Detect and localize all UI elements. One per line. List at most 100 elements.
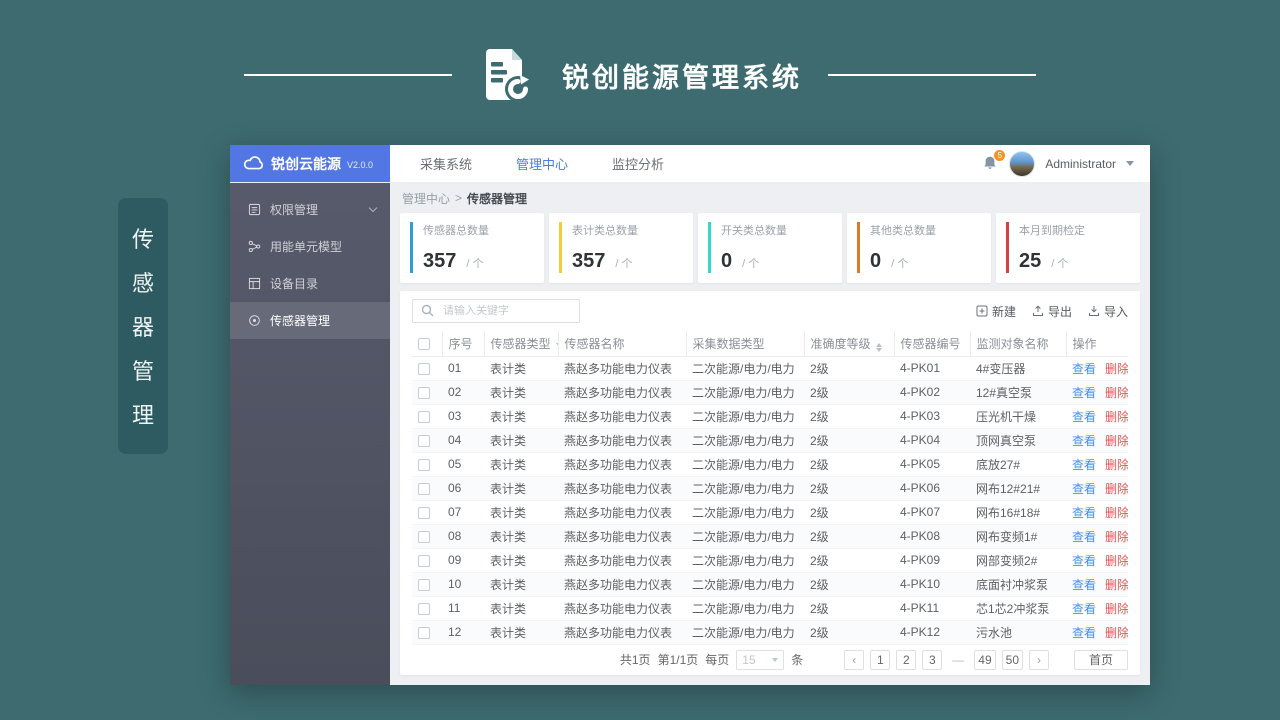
cell-code: 4-PK03	[894, 404, 970, 429]
notification-bell-icon[interactable]: 5	[982, 150, 1006, 172]
cell-type: 表计类	[484, 428, 558, 453]
sort-icon[interactable]	[875, 342, 882, 352]
导出-button[interactable]: 导出	[1032, 303, 1072, 320]
page-button-1[interactable]: 1	[870, 649, 891, 670]
view-link[interactable]: 查看	[1072, 458, 1096, 472]
delete-link[interactable]: 删除	[1105, 602, 1128, 616]
delete-link[interactable]: 删除	[1105, 578, 1128, 592]
header-divider-right	[828, 74, 1036, 76]
cell-accuracy: 2级	[804, 500, 894, 525]
nav-tab-监控分析[interactable]: 监控分析	[612, 154, 664, 173]
view-link[interactable]: 查看	[1072, 362, 1096, 376]
stat-label: 传感器总数量	[423, 225, 489, 237]
view-link[interactable]: 查看	[1072, 602, 1096, 616]
cell-type: 表计类	[484, 452, 558, 477]
side-tag: 传感器管理	[118, 198, 168, 454]
delete-link[interactable]: 删除	[1105, 362, 1128, 376]
view-link[interactable]: 查看	[1072, 626, 1096, 640]
view-link[interactable]: 查看	[1072, 530, 1096, 544]
per-page-select[interactable]: 15	[736, 649, 785, 670]
page-title: 锐创能源管理系统	[562, 62, 802, 93]
view-link[interactable]: 查看	[1072, 554, 1096, 568]
caret-down-icon[interactable]	[1126, 161, 1134, 166]
stat-label: 其他类总数量	[870, 225, 936, 237]
row-checkbox[interactable]	[418, 410, 430, 423]
cell-name: 燕赵多功能电力仪表	[558, 380, 686, 405]
row-checkbox[interactable]	[418, 554, 430, 567]
user-name[interactable]: Administrator	[1045, 157, 1116, 171]
cell-type: 表计类	[484, 380, 558, 405]
row-checkbox[interactable]	[418, 434, 430, 447]
row-checkbox[interactable]	[418, 506, 430, 519]
cell-name: 燕赵多功能电力仪表	[558, 356, 686, 381]
cell-target: 网布16#18#	[970, 500, 1066, 525]
cell-data_type: 二次能源/电力/电力	[686, 380, 804, 405]
delete-link[interactable]: 删除	[1105, 458, 1128, 472]
row-checkbox[interactable]	[418, 458, 430, 471]
delete-link[interactable]: 删除	[1105, 434, 1128, 448]
delete-link[interactable]: 删除	[1105, 482, 1128, 496]
cloud-icon	[243, 156, 265, 171]
home-page-button[interactable]: 首页	[1074, 649, 1128, 670]
row-checkbox[interactable]	[418, 482, 430, 495]
row-checkbox[interactable]	[418, 626, 430, 639]
row-checkbox[interactable]	[418, 530, 430, 543]
breadcrumb-separator: >	[455, 191, 463, 205]
sidebar-item-权限管理[interactable]: 权限管理	[230, 191, 390, 228]
view-link[interactable]: 查看	[1072, 386, 1096, 400]
stat-label: 表计类总数量	[572, 225, 638, 237]
table-toolbar: 新建 导出 导入	[412, 291, 1128, 331]
column-header-序号: 序号	[441, 331, 484, 357]
row-checkbox[interactable]	[418, 386, 430, 399]
view-link[interactable]: 查看	[1072, 434, 1096, 448]
side-tag-char: 理	[131, 403, 154, 428]
toolbar-button-label: 导入	[1103, 304, 1128, 319]
view-link[interactable]: 查看	[1072, 578, 1096, 592]
新建-button[interactable]: 新建	[976, 303, 1016, 320]
search-input[interactable]	[412, 299, 580, 323]
row-checkbox[interactable]	[418, 362, 430, 375]
cell-type: 表计类	[484, 404, 558, 429]
sidebar-item-label: 传感器管理	[270, 314, 331, 328]
user-avatar[interactable]	[1009, 150, 1036, 177]
prev-page-button[interactable]: ‹	[844, 649, 865, 670]
view-link[interactable]: 查看	[1072, 410, 1096, 424]
table-row: 06 表计类 燕赵多功能电力仪表 二次能源/电力/电力 2级 4-PK06 网布12#21#…	[412, 476, 1128, 501]
cell-type: 表计类	[484, 524, 558, 549]
breadcrumb: 管理中心 > 传感器管理	[390, 185, 1150, 211]
cell-accuracy: 2级	[804, 548, 894, 573]
view-link[interactable]: 查看	[1072, 482, 1096, 496]
breadcrumb-parent[interactable]: 管理中心	[402, 190, 450, 207]
view-link[interactable]: 查看	[1072, 506, 1096, 520]
row-checkbox[interactable]	[418, 578, 430, 591]
page-button-49[interactable]: 49	[974, 649, 996, 670]
sidebar-item-传感器管理[interactable]: 传感器管理	[230, 302, 390, 339]
cell-data_type: 二次能源/电力/电力	[686, 524, 804, 549]
delete-link[interactable]: 删除	[1105, 626, 1128, 640]
column-header-准确度等级: 准确度等级	[803, 331, 894, 357]
page-button-3[interactable]: 3	[922, 649, 943, 670]
cell-no: 07	[442, 500, 484, 525]
app-logo[interactable]: 锐创云能源 V2.0.0	[230, 145, 390, 182]
delete-link[interactable]: 删除	[1105, 554, 1128, 568]
delete-link[interactable]: 删除	[1105, 530, 1128, 544]
delete-link[interactable]: 删除	[1105, 410, 1128, 424]
page-button-50[interactable]: 50	[1001, 649, 1023, 670]
page-header: 锐创能源管理系统	[0, 46, 1280, 104]
nav-tab-管理中心[interactable]: 管理中心	[516, 154, 568, 173]
cell-no: 06	[442, 476, 484, 501]
导入-button[interactable]: 导入	[1088, 303, 1128, 320]
select-all-checkbox[interactable]	[418, 338, 430, 351]
delete-link[interactable]: 删除	[1105, 386, 1128, 400]
cell-data_type: 二次能源/电力/电力	[686, 356, 804, 381]
row-checkbox[interactable]	[418, 602, 430, 615]
next-page-button[interactable]: ›	[1029, 649, 1049, 670]
cell-accuracy: 2级	[804, 356, 894, 381]
delete-link[interactable]: 删除	[1105, 506, 1128, 520]
sidebar-item-设备目录[interactable]: 设备目录	[230, 265, 390, 302]
nav-tab-采集系统[interactable]: 采集系统	[420, 154, 472, 173]
page-button-2[interactable]: 2	[896, 649, 917, 670]
sidebar-item-用能单元模型[interactable]: 用能单元模型	[230, 228, 390, 265]
cell-accuracy: 2级	[804, 524, 894, 549]
table-row: 09 表计类 燕赵多功能电力仪表 二次能源/电力/电力 2级 4-PK09 网部变频2# 查看…	[412, 548, 1128, 573]
